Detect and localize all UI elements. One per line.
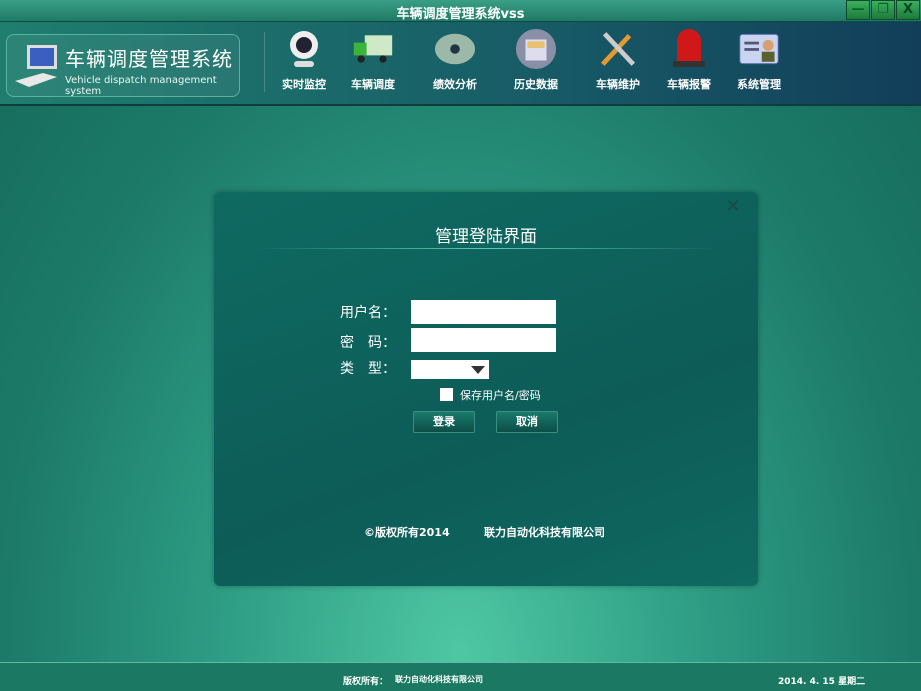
user-card-icon: [738, 28, 780, 70]
truck-icon: [352, 28, 394, 70]
computer-icon: [13, 43, 61, 89]
title-bar: 车辆调度管理系统vss — ❐ X: [0, 0, 921, 22]
restore-button[interactable]: ❐: [871, 0, 895, 20]
dialog-company: 联力自动化科技有限公司: [484, 524, 605, 540]
dialog-title: 管理登陆界面: [214, 222, 758, 247]
app-logo: 车辆调度管理系统 Vehicle dispatch management sys…: [6, 34, 240, 97]
footer-company: 联力自动化科技有限公司: [395, 674, 483, 685]
nav-vehicle-alarm[interactable]: 车辆报警: [654, 28, 724, 92]
nav-label: 绩效分析: [420, 76, 490, 92]
nav-vehicle-dispatch[interactable]: 车辆调度: [338, 28, 408, 92]
nav-history-data[interactable]: 历史数据: [501, 28, 571, 92]
nav-label: 车辆调度: [338, 76, 408, 92]
footer-copyright-label: 版权所有：: [343, 674, 388, 687]
nav-label: 车辆报警: [654, 76, 724, 92]
username-label: 用户名：: [340, 302, 396, 322]
nav-system-management[interactable]: 系统管理: [724, 28, 794, 92]
dialog-copyright: ©版权所有2014: [364, 524, 450, 540]
cancel-button[interactable]: 取消: [496, 411, 558, 433]
footer-date: 2014. 4. 15 星期二: [778, 674, 865, 687]
type-select[interactable]: [411, 360, 489, 379]
password-label: 密 码：: [340, 332, 396, 352]
nav-label: 车辆维护: [583, 76, 653, 92]
nav-realtime-monitor[interactable]: 实时监控: [269, 28, 339, 92]
close-button[interactable]: X: [896, 0, 920, 20]
window-title: 车辆调度管理系统vss: [0, 3, 921, 22]
nav-label: 系统管理: [724, 76, 794, 92]
tools-icon: [597, 28, 639, 70]
login-dialog: ✕ 管理登陆界面 用户名： 密 码： 类 型： 保存用户名/密码 登录 取消 ©…: [214, 192, 758, 586]
divider: [264, 32, 265, 92]
chevron-down-icon: [471, 366, 485, 374]
webcam-icon: [283, 28, 325, 70]
remember-label[interactable]: 保存用户名/密码: [460, 387, 541, 403]
title-divider: [254, 248, 718, 249]
dialog-close-button[interactable]: ✕: [722, 196, 744, 218]
status-bar: 版权所有： 联力自动化科技有限公司 2014. 4. 15 星期二: [0, 662, 921, 691]
gauge-icon: [434, 28, 476, 70]
minimize-button[interactable]: —: [846, 0, 870, 20]
password-input[interactable]: [411, 328, 556, 352]
logo-title: 车辆调度管理系统: [65, 43, 233, 72]
remember-checkbox[interactable]: [440, 388, 453, 401]
type-label: 类 型：: [340, 358, 396, 378]
nav-label: 历史数据: [501, 76, 571, 92]
archive-icon: [515, 28, 557, 70]
login-button[interactable]: 登录: [413, 411, 475, 433]
alarm-light-icon: [668, 28, 710, 70]
logo-subtitle: Vehicle dispatch management system: [65, 75, 239, 97]
header: 车辆调度管理系统 Vehicle dispatch management sys…: [0, 22, 921, 106]
username-input[interactable]: [411, 300, 556, 324]
nav-label: 实时监控: [269, 76, 339, 92]
nav-performance-analysis[interactable]: 绩效分析: [420, 28, 490, 92]
nav-vehicle-maintenance[interactable]: 车辆维护: [583, 28, 653, 92]
